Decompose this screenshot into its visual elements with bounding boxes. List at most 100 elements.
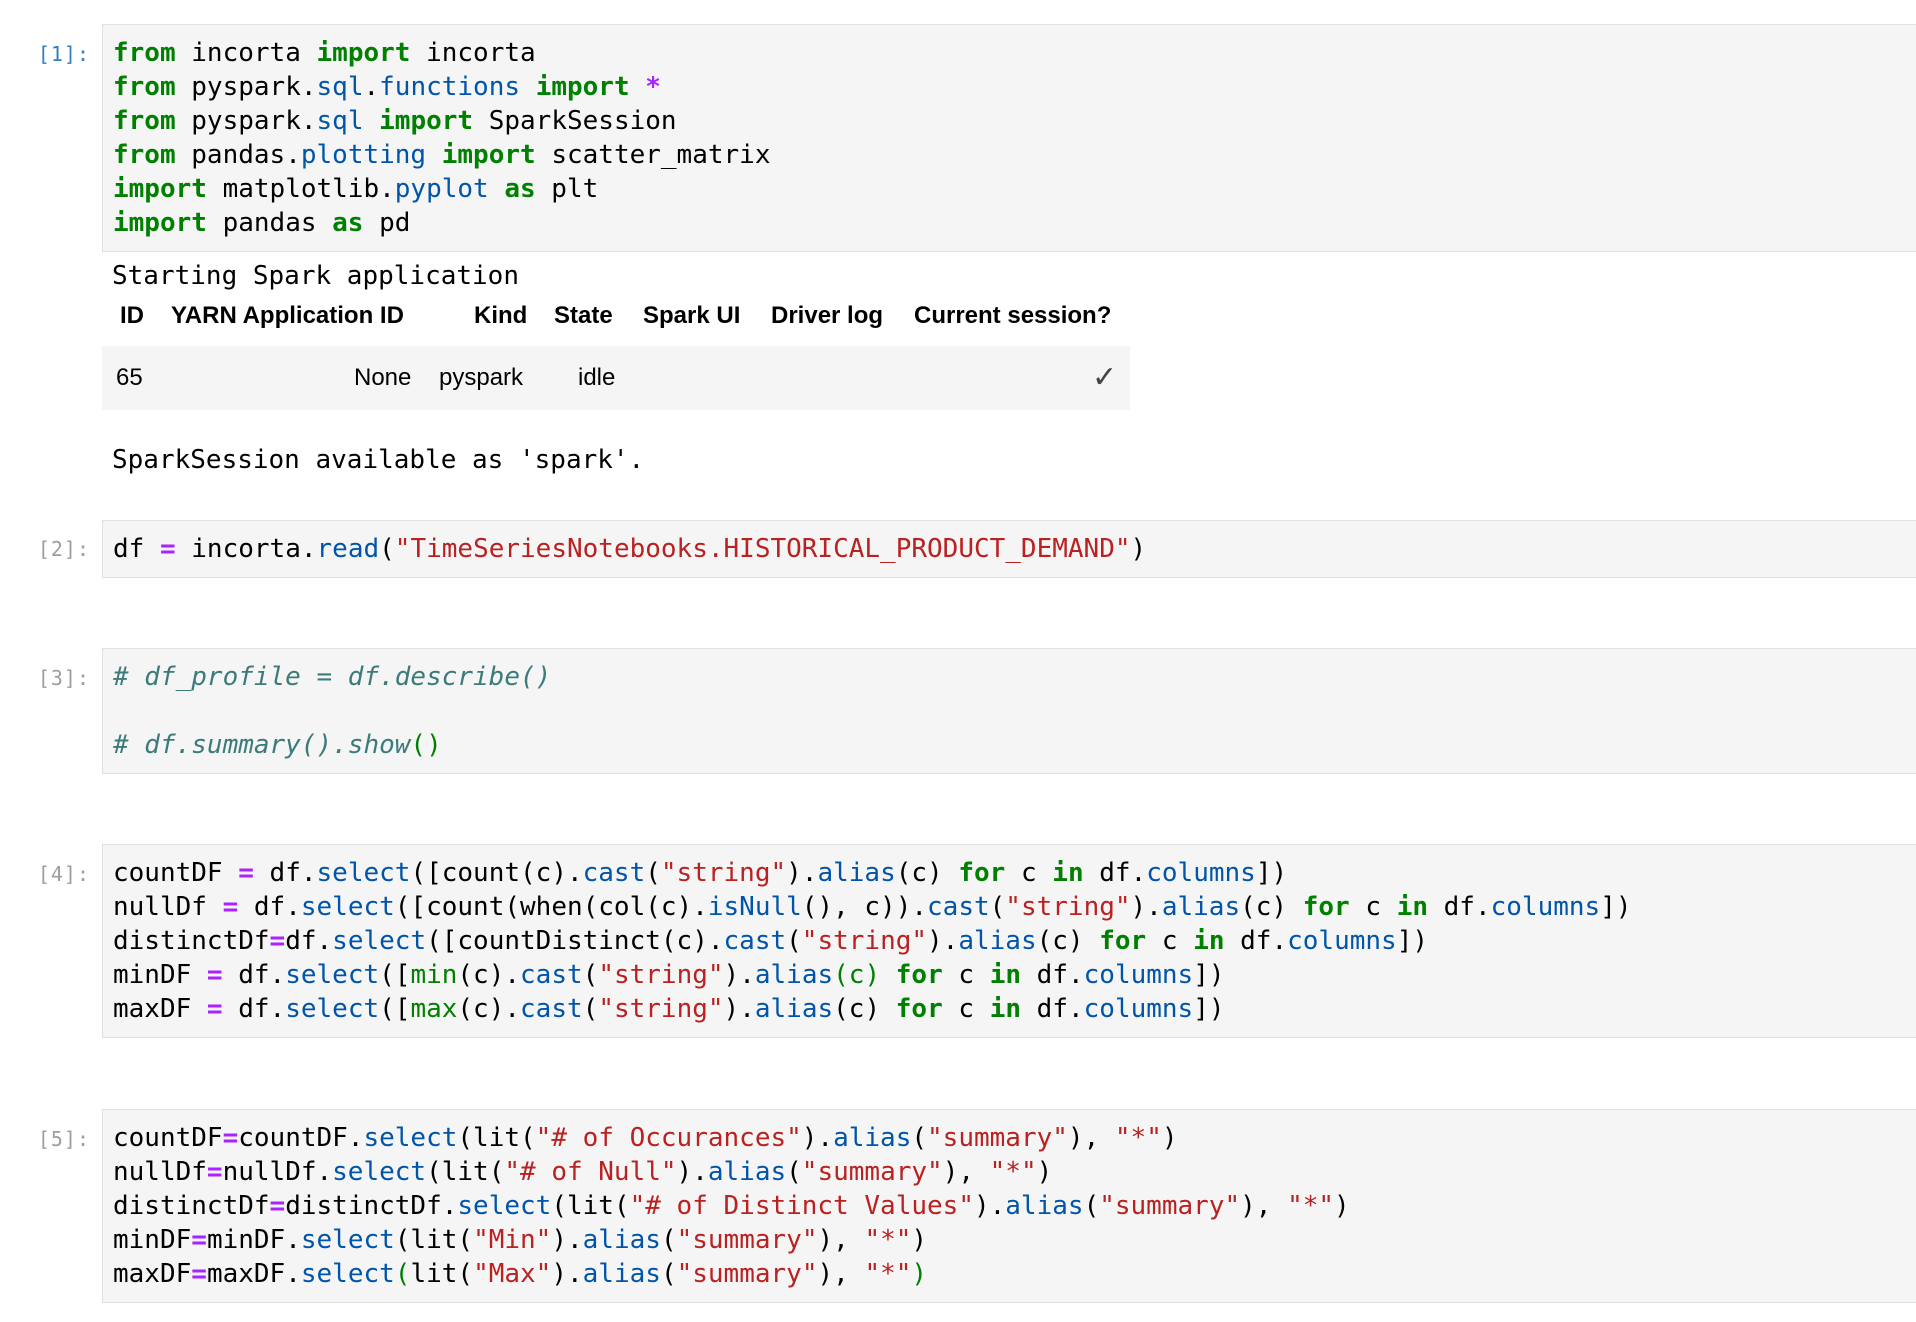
code-token: = xyxy=(206,960,223,990)
code-token: from xyxy=(113,106,176,136)
code-token: maxDF xyxy=(113,994,207,1024)
code-token: from xyxy=(113,72,176,102)
code-line: nullDf = df.select([count(when(col(c).is… xyxy=(113,890,1916,924)
code-token: ) xyxy=(1334,1191,1350,1221)
code-token: import xyxy=(379,106,474,136)
code-token: = xyxy=(222,892,239,922)
code-token: "*" xyxy=(864,1259,912,1289)
code-token: "summary" xyxy=(676,1259,818,1289)
code-token: (lit( xyxy=(457,1123,536,1153)
code-token: "Min" xyxy=(473,1225,552,1255)
code-token: ( xyxy=(582,994,599,1024)
code-token: = xyxy=(159,534,176,564)
code-token: "*" xyxy=(1114,1123,1162,1153)
code-token: (lit( xyxy=(551,1191,630,1221)
code-line: countDF=countDF.select(lit("# of Occuran… xyxy=(113,1121,1916,1155)
code-token: c xyxy=(1146,926,1194,956)
code-token: ). xyxy=(1130,892,1162,922)
code-token: = xyxy=(238,858,254,888)
code-line: from pyspark.sql.functions import * xyxy=(113,70,1916,104)
code-token: "summary" xyxy=(676,1225,818,1255)
code-token: select xyxy=(457,1191,552,1221)
code-token: ([count(c). xyxy=(410,858,583,888)
code-token: SparkSession xyxy=(473,106,677,136)
code-token: "string" xyxy=(1005,892,1131,922)
code-token: "summary" xyxy=(927,1123,1068,1153)
code-token: = xyxy=(206,1157,223,1187)
check-icon: ✓ xyxy=(1092,361,1118,394)
code-token: = xyxy=(206,994,223,1024)
code-token: df. xyxy=(222,960,286,990)
cell-prompt: [4]: xyxy=(37,862,90,886)
session-available-text: SparkSession available as 'spark'. xyxy=(112,445,645,475)
code-token: alias xyxy=(1005,1191,1084,1221)
code-token: ( xyxy=(645,858,661,888)
cell-prompt: [2]: xyxy=(37,537,90,561)
code-token: alias xyxy=(833,1123,912,1153)
code-token: alias xyxy=(754,960,834,990)
code-token: nullDf xyxy=(113,892,223,922)
code-token: ( xyxy=(1083,1191,1100,1221)
code-token: sql xyxy=(316,72,364,102)
code-token: alias xyxy=(754,994,834,1024)
code-token: df. xyxy=(1021,994,1084,1024)
code-token: () xyxy=(410,730,442,760)
cell-kind: pyspark xyxy=(439,364,524,391)
code-token: "# of Occurances" xyxy=(535,1123,802,1153)
code-token: select xyxy=(285,994,380,1024)
code-input[interactable]: countDF=countDF.select(lit("# of Occuran… xyxy=(102,1109,1916,1303)
code-token: cast xyxy=(520,960,583,990)
code-token: ) xyxy=(1036,1157,1053,1187)
code-token: (c) xyxy=(1240,892,1303,922)
code-token: c xyxy=(1349,892,1397,922)
code-token: ) xyxy=(1130,534,1147,564)
code-token: minDF xyxy=(113,960,207,990)
code-input[interactable]: countDF = df.select([count(c).cast("stri… xyxy=(102,844,1916,1038)
code-token: ]) xyxy=(1255,858,1288,888)
code-token: df. xyxy=(1428,892,1491,922)
code-token: (c) xyxy=(833,960,881,990)
code-input[interactable]: # df_profile = df.describe() # df.summary… xyxy=(102,648,1916,774)
code-token: ). xyxy=(723,960,755,990)
header-id: ID xyxy=(120,302,144,329)
code-token: ), xyxy=(817,1259,865,1289)
code-token: ), xyxy=(942,1157,990,1187)
code-token: pyspark. xyxy=(175,106,317,136)
code-token: c xyxy=(1005,858,1053,888)
code-token: for xyxy=(1099,926,1147,956)
code-token: ). xyxy=(973,1191,1006,1221)
code-token: ( xyxy=(989,892,1006,922)
code-token: ( xyxy=(582,960,599,990)
code-token: ( xyxy=(394,1259,411,1289)
code-token: functions xyxy=(379,72,521,102)
code-token: ]) xyxy=(1193,960,1225,990)
code-input[interactable]: df = incorta.read("TimeSeriesNotebooks.H… xyxy=(102,520,1916,578)
code-token: columns xyxy=(1083,960,1194,990)
table-row: 65 None pyspark idle ✓ xyxy=(102,346,1130,410)
code-token: pd xyxy=(363,208,411,238)
code-token: in xyxy=(1193,926,1225,956)
code-token: (c) xyxy=(1036,926,1100,956)
code-line: maxDF = df.select([max(c).cast("string")… xyxy=(113,992,1916,1026)
code-line: maxDF=maxDF.select(lit("Max").alias("sum… xyxy=(113,1257,1916,1291)
cell-state: idle xyxy=(578,364,616,391)
code-line: countDF = df.select([count(c).cast("stri… xyxy=(113,856,1916,890)
code-token: alias xyxy=(1161,892,1241,922)
code-token: ), xyxy=(817,1225,865,1255)
code-token: "string" xyxy=(801,926,928,956)
cell-id: 65 xyxy=(116,364,143,391)
code-token: # df_profile = df.describe() xyxy=(113,662,552,692)
code-token: "summary" xyxy=(1099,1191,1241,1221)
code-line: distinctDf=distinctDf.select(lit("# of D… xyxy=(113,1189,1916,1223)
code-token: distinctDf. xyxy=(285,1191,458,1221)
code-token: plotting xyxy=(300,140,427,170)
code-token: df. xyxy=(222,994,286,1024)
code-token: in xyxy=(1052,858,1084,888)
code-token: df. xyxy=(238,892,301,922)
code-input[interactable]: from incorta import incorta from pyspark.… xyxy=(102,24,1916,252)
